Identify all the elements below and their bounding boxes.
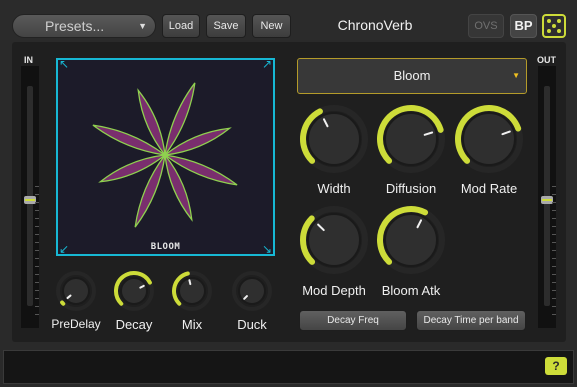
bloom-visualizer: ↖ ↗ ↙ ↘ BLOOM [56,57,275,256]
corner-arrow-icon: ↖ [59,57,70,71]
output-meter [538,66,556,328]
mode-select[interactable]: Bloom ▼ [297,58,527,94]
plugin-title: ChronoVerb [337,17,413,33]
presets-dropdown[interactable]: Presets... ▼ [12,14,156,38]
visualizer-label: BLOOM [150,242,181,252]
bloom-atk-knob[interactable] [374,203,448,277]
duck-knob[interactable] [228,267,276,315]
width-knob[interactable] [297,102,371,176]
mod-depth-knob[interactable] [297,203,371,277]
load-button[interactable]: Load [162,14,200,38]
presets-label: Presets... [45,18,105,34]
bloom-flower-graphic [92,82,238,228]
out-meter-label: OUT [537,55,556,65]
duck-label: Duck [237,317,267,332]
mod-rate-knob[interactable] [452,102,526,176]
predelay-knob[interactable] [52,267,100,315]
decay-freq-button[interactable]: Decay Freq [299,310,407,331]
status-bar [3,350,574,384]
help-button[interactable]: ? [545,357,567,375]
bp-button[interactable]: BP [510,14,537,38]
save-button[interactable]: Save [206,14,246,38]
dice-icon[interactable] [542,14,566,38]
diffusion-label: Diffusion [385,181,437,196]
bloom-atk-label: Bloom Atk [381,283,441,298]
mix-knob[interactable] [168,267,216,315]
in-meter-label: IN [24,55,33,65]
decay-time-per-band-button[interactable]: Decay Time per band [416,310,526,331]
new-button[interactable]: New [252,14,291,38]
corner-arrow-icon: ↗ [261,57,272,71]
mode-select-value: Bloom [393,68,431,83]
mod-rate-label: Mod Rate [460,181,518,196]
top-bar: Presets... ▼ Load Save New ChronoVerb OV… [0,0,577,40]
input-meter [21,66,39,328]
chevron-down-icon: ▼ [138,21,147,31]
ovs-button[interactable]: OVS [468,14,504,38]
chevron-down-icon: ▼ [512,71,520,80]
output-meter-ticks [552,186,556,316]
input-meter-ticks [35,186,39,316]
flower-center [162,152,168,158]
diffusion-knob[interactable] [374,102,448,176]
decay-knob[interactable] [110,267,158,315]
